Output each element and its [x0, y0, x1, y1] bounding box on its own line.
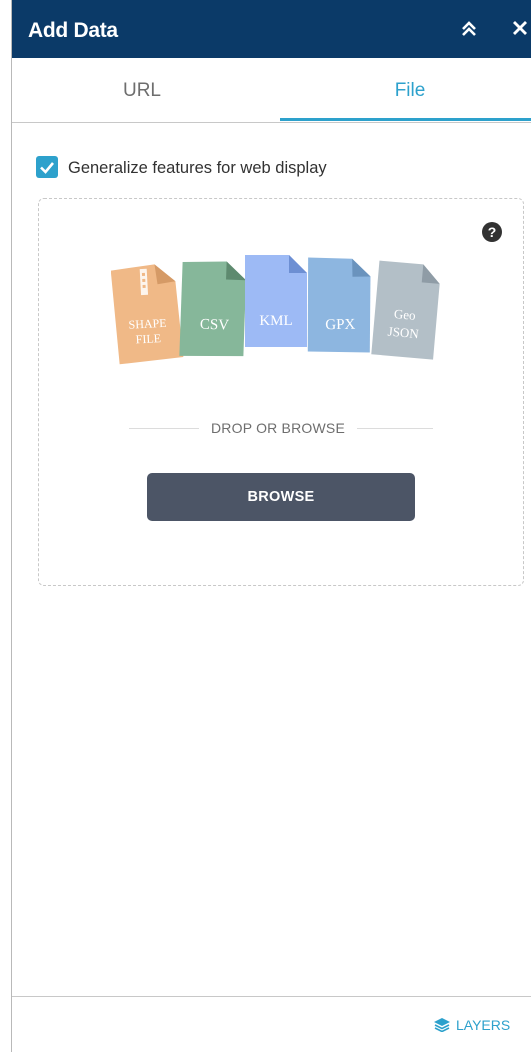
layers-label: LAYERS	[456, 1017, 511, 1033]
divider-right	[357, 428, 433, 429]
geojson-label-line2: JSON	[387, 324, 420, 342]
gpx-icon: GPX	[307, 257, 371, 353]
tab-file[interactable]: File	[280, 58, 531, 122]
geojson-label-line1: Geo	[393, 306, 416, 323]
shapefile-icon: SHAPE FILE	[111, 264, 184, 365]
kml-icon: KML	[245, 255, 307, 347]
add-data-panel: Add Data URL File Generalize features fo…	[11, 0, 531, 1052]
active-tab-indicator	[280, 118, 531, 121]
file-drop-zone[interactable]: ? SHAPE FILE CSV KML GPX Geo JSON DROP O…	[38, 198, 524, 586]
panel-footer: LAYERS	[12, 996, 531, 1052]
svg-text:?: ?	[488, 224, 497, 240]
shapefile-label-line1: SHAPE	[128, 316, 167, 332]
shapefile-label-line2: FILE	[135, 331, 161, 346]
panel-header: Add Data	[12, 0, 531, 58]
csv-icon: CSV	[179, 261, 247, 357]
generalize-checkbox[interactable]	[36, 156, 58, 178]
generalize-label: Generalize features for web display	[68, 159, 327, 177]
gpx-label: GPX	[325, 317, 355, 334]
tab-url[interactable]: URL	[12, 58, 272, 122]
browse-button[interactable]: BROWSE	[147, 473, 415, 521]
close-icon[interactable]	[510, 17, 530, 39]
layers-icon	[434, 1018, 450, 1032]
tab-bar: URL File	[12, 58, 531, 123]
drop-or-browse-text: DROP OR BROWSE	[210, 420, 345, 436]
file-type-icons: SHAPE FILE CSV KML GPX Geo JSON	[111, 255, 440, 365]
geojson-icon: Geo JSON	[371, 260, 440, 360]
csv-label: CSV	[200, 317, 230, 334]
double-chevron-up-icon[interactable]	[458, 18, 480, 40]
panel-title: Add Data	[28, 19, 118, 42]
checkmark-icon	[40, 162, 54, 174]
kml-label: KML	[259, 313, 292, 329]
question-circle-icon[interactable]: ?	[481, 221, 503, 243]
